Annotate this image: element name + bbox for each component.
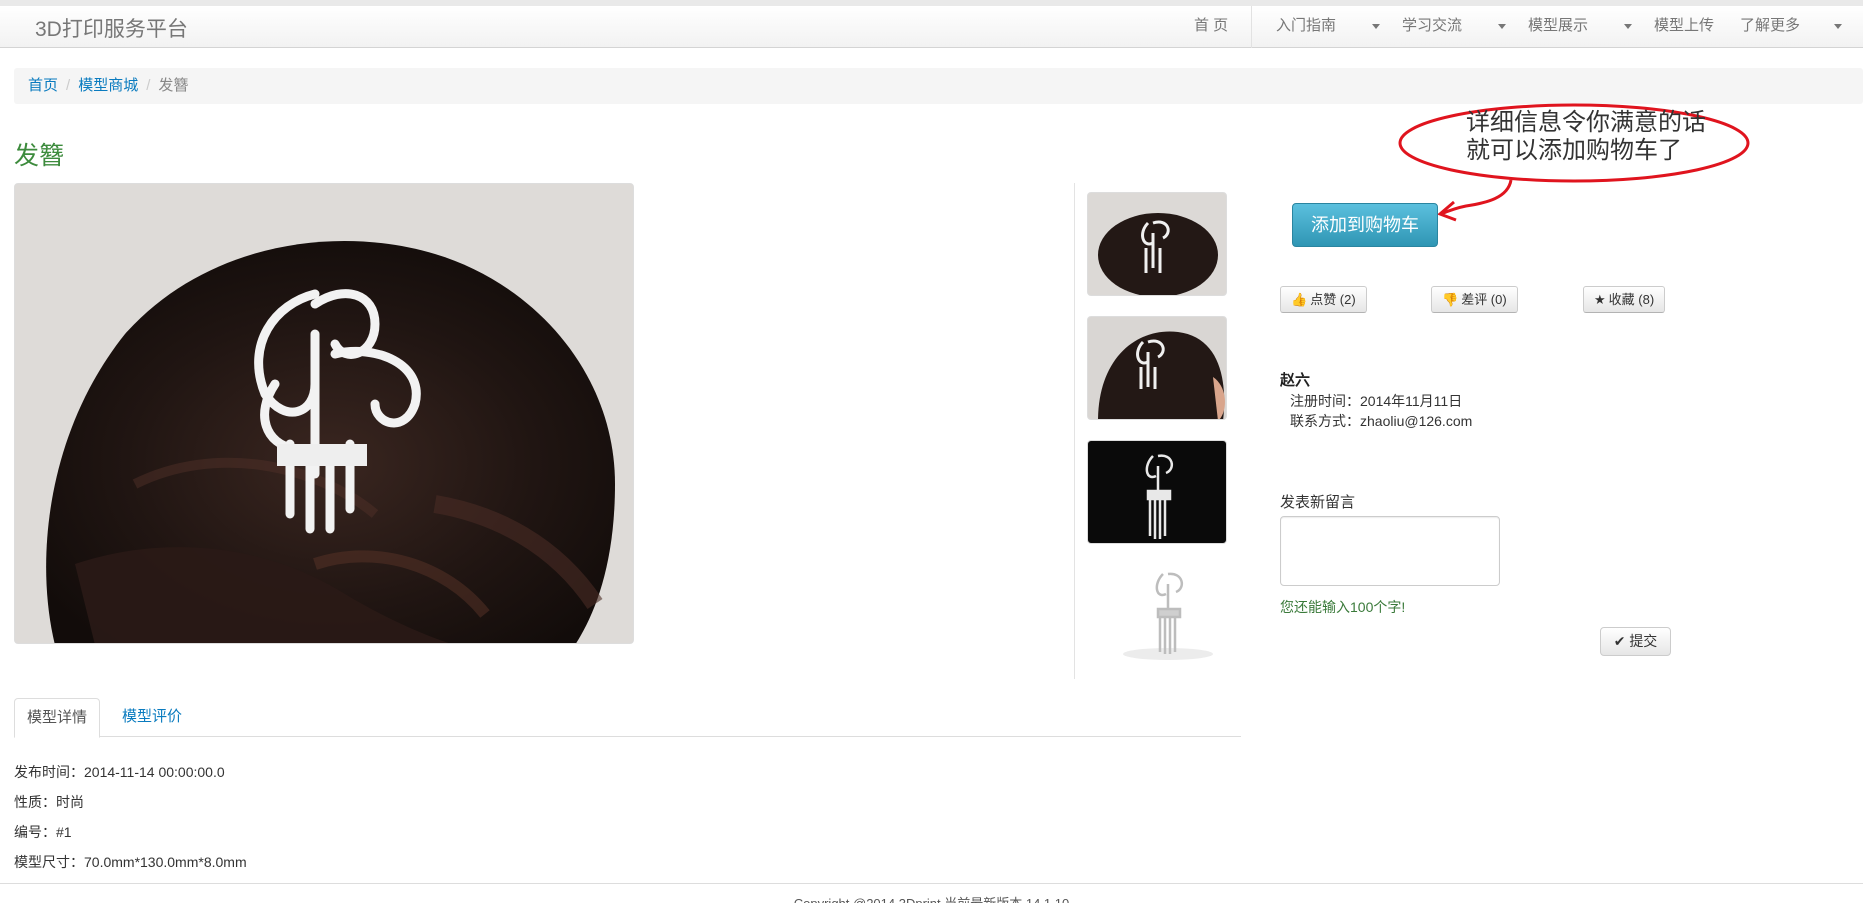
nav-learn[interactable]: 学习交流	[1402, 6, 1520, 48]
dislike-button[interactable]: 👎 差评 (0)	[1431, 286, 1518, 313]
nav-learn-label: 学习交流	[1402, 17, 1463, 34]
breadcrumb-home[interactable]: 首页	[28, 77, 58, 94]
dislike-button-label: 差评 (0)	[1461, 292, 1507, 307]
author-name[interactable]: 赵六	[1280, 371, 1472, 391]
nav-showcase[interactable]: 模型展示	[1528, 6, 1646, 48]
comment-label: 发表新留言	[1280, 494, 1356, 511]
tab-details[interactable]: 模型详情	[14, 698, 101, 738]
like-button-label: 点赞 (2)	[1310, 292, 1356, 307]
nav-home[interactable]: 首 页	[1194, 6, 1242, 48]
favorite-button[interactable]: ★ 收藏 (8)	[1583, 286, 1666, 313]
thumbnail-3[interactable]	[1087, 440, 1227, 544]
nav-upload[interactable]: 模型上传	[1654, 6, 1728, 48]
thumbnail-2[interactable]	[1087, 316, 1227, 420]
nav-guide[interactable]: 入门指南	[1276, 6, 1394, 48]
thumbnail-1[interactable]	[1087, 192, 1227, 296]
hairpin-photo	[15, 184, 633, 643]
nav-more[interactable]: 了解更多	[1740, 6, 1856, 48]
detail-publish-time: 发布时间：2014-11-14 00:00:00.0	[14, 764, 225, 780]
author-contact: 联系方式：zhaoliu@126.com	[1290, 413, 1473, 429]
breadcrumb-separator: /	[66, 77, 71, 94]
check-icon: ✔	[1613, 633, 1626, 649]
product-main-image[interactable]	[14, 183, 634, 644]
submit-button[interactable]: ✔ 提交	[1600, 627, 1671, 656]
detail-id: 编号：#1	[14, 824, 72, 840]
nav-home-label: 首 页	[1194, 17, 1229, 34]
like-button[interactable]: 👍 点赞 (2)	[1280, 286, 1367, 313]
breadcrumb-shop[interactable]: 模型商城	[78, 77, 138, 94]
detail-type: 性质：时尚	[14, 794, 84, 810]
chevron-down-icon	[1834, 23, 1843, 29]
thumbnail-image	[1098, 331, 1225, 419]
favorite-button-label: 收藏 (8)	[1608, 292, 1655, 307]
detail-size: 模型尺寸：70.0mm*130.0mm*8.0mm	[14, 854, 247, 870]
breadcrumb-separator: /	[146, 77, 151, 94]
detail-tabs: 模型详情 模型评价	[14, 698, 1241, 738]
annotation-arrow-icon	[1437, 179, 1513, 222]
star-icon: ★	[1594, 292, 1606, 307]
nav-upload-label: 模型上传	[1654, 17, 1715, 34]
thumbs-up-icon: 👍	[1291, 292, 1308, 307]
gallery-divider	[1074, 183, 1075, 679]
tab-reviews[interactable]: 模型评价	[110, 698, 194, 737]
thumbnail-image	[1145, 454, 1174, 539]
navbar: 3D打印服务平台 首 页 入门指南 学习交流 模型展示 模型上传 了解更多	[0, 0, 1863, 48]
comment-remaining: 您还能输入100个字!	[1280, 599, 1406, 615]
chevron-down-icon	[1624, 23, 1633, 29]
chevron-down-icon	[1372, 23, 1381, 29]
author-info: 赵六 注册时间：2014年11月11日 联系方式：zhaoliu@126.com	[1280, 371, 1472, 431]
nav-divider	[1251, 6, 1252, 48]
chevron-down-icon	[1498, 23, 1507, 29]
annotation-text: 详细信息令你满意的话 就可以添加购物车了	[1466, 108, 1736, 164]
footer-divider	[0, 883, 1863, 884]
author-register-date: 注册时间：2014年11月11日	[1290, 393, 1463, 409]
annotation-line-2: 就可以添加购物车了	[1466, 136, 1682, 164]
breadcrumb: 首页 / 模型商城 / 发簪	[14, 68, 1863, 104]
page-title: 发簪	[14, 142, 65, 170]
nav-showcase-label: 模型展示	[1528, 17, 1589, 34]
comment-input[interactable]	[1280, 516, 1500, 586]
model-details: 发布时间：2014-11-14 00:00:00.0 性质：时尚 编号：#1 模…	[14, 757, 247, 877]
nav-guide-label: 入门指南	[1276, 17, 1337, 34]
nav-more-label: 了解更多	[1740, 17, 1801, 34]
thumbnail-image	[1123, 572, 1213, 660]
thumbs-down-icon: 👎	[1442, 292, 1459, 307]
footer: Copyright @2014 3Dprint 当前最新版本 14.1.10	[0, 893, 1863, 903]
submit-button-label: 提交	[1629, 633, 1658, 649]
thumbnail-image	[1098, 213, 1218, 295]
thumbnail-4[interactable]	[1087, 563, 1227, 667]
breadcrumb-current: 发簪	[158, 77, 189, 94]
annotation-line-1: 详细信息令你满意的话	[1466, 108, 1706, 136]
brand-logo[interactable]: 3D打印服务平台	[35, 13, 188, 43]
add-to-cart-button[interactable]: 添加到购物车	[1292, 203, 1438, 247]
